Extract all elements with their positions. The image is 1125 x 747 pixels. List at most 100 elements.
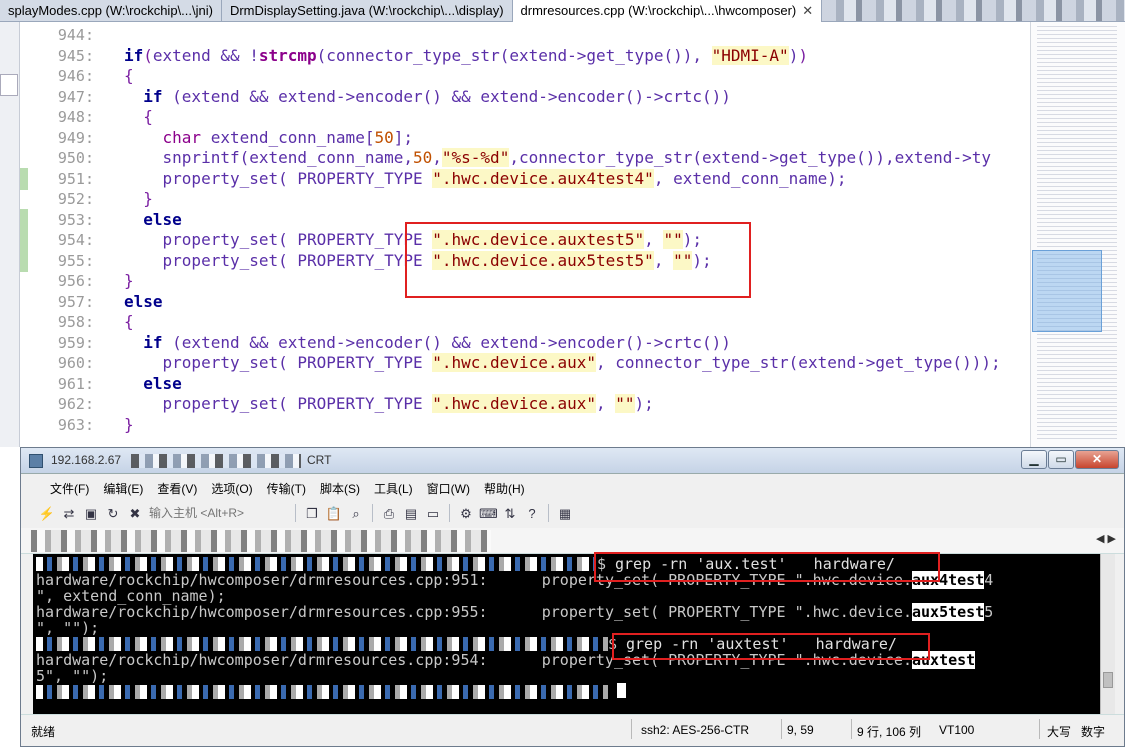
window-title-redacted	[131, 454, 301, 468]
code-text: if (extend && extend->encoder() && exten…	[143, 86, 731, 106]
sftp-icon[interactable]: ⇅	[500, 503, 520, 523]
tab-scroll-arrows[interactable]: ◀ ▶	[1096, 532, 1116, 545]
terminal-line: ", extend_conn_name);	[36, 588, 226, 604]
status-term-type: VT100	[939, 723, 975, 737]
redacted-prompt	[36, 685, 608, 699]
quick-connect-icon[interactable]: ⇄	[59, 503, 79, 523]
code-text: property_set( PROPERTY_TYPE ".hwc.device…	[124, 394, 654, 413]
code-minimap[interactable]	[1030, 22, 1125, 447]
editor-tab[interactable]: DrmDisplaySetting.java (W:\rockchip\...\…	[222, 0, 513, 22]
print-setup-icon[interactable]: ▤	[401, 503, 421, 523]
line-number: 953:	[57, 210, 94, 229]
menu-item[interactable]: 帮助(H)	[477, 476, 532, 498]
settings-icon[interactable]: ⚙	[456, 503, 476, 523]
status-separator	[851, 719, 852, 739]
line-number: 952:	[57, 190, 94, 208]
terminal-screen[interactable]: $ grep -rn 'aux.test' hardware/hardware/…	[33, 554, 1115, 714]
line-number: 957:	[57, 292, 94, 311]
menu-item[interactable]: 选项(O)	[204, 476, 259, 498]
session-tabs: ◀ ▶	[21, 528, 1124, 554]
line-number: 945:	[57, 46, 94, 65]
terminal-line: hardware/rockchip/hwcomposer/drmresource…	[36, 603, 993, 621]
menu-item[interactable]: 查看(V)	[150, 476, 204, 498]
editor-tab[interactable]: splayModes.cpp (W:\rockchip\...\jni)	[0, 0, 222, 22]
line-number: 947:	[57, 87, 94, 106]
highlight-box-code	[405, 222, 751, 298]
session-icon[interactable]: ▣	[81, 503, 101, 523]
code-line: 952: }	[20, 188, 1030, 210]
status-ready: 就绪	[31, 725, 56, 739]
toolbar-separator	[372, 504, 373, 522]
terminal-line: 5", "");	[36, 668, 108, 684]
toolbar-separator	[295, 504, 296, 522]
menu-item[interactable]: 窗口(W)	[420, 476, 477, 498]
menu-item[interactable]: 工具(L)	[367, 476, 420, 498]
code-line: 962: property_set( PROPERTY_TYPE ".hwc.d…	[20, 393, 1030, 415]
line-number: 954:	[57, 231, 94, 249]
editor-tab-label: drmresources.cpp (W:\rockchip\...\hwcomp…	[520, 3, 797, 18]
code-line: 958: {	[20, 311, 1030, 333]
terminal-output: ", "");	[36, 619, 100, 637]
line-number: 944:	[57, 26, 94, 44]
window-title-prefix: 192.168.2.67	[51, 453, 122, 467]
code-text: else	[143, 209, 182, 229]
line-number: 961:	[57, 374, 94, 393]
line-number: 963:	[57, 415, 94, 434]
code-line: 948: {	[20, 106, 1030, 128]
find-icon[interactable]: ⌕	[346, 503, 366, 523]
line-number: 955:	[57, 251, 94, 270]
left-panel-box[interactable]	[0, 74, 18, 96]
line-number: 959:	[57, 333, 94, 352]
printer-icon[interactable]: ▭	[423, 503, 443, 523]
line-number: 958:	[57, 313, 94, 331]
code-text: }	[124, 414, 134, 434]
code-text: {	[143, 107, 153, 126]
reconnect-icon[interactable]: ↻	[103, 503, 123, 523]
terminal-cursor	[617, 683, 626, 698]
terminal-scrollbar[interactable]	[1100, 554, 1115, 714]
window-title-suffix: CRT	[307, 453, 332, 467]
host-input[interactable]	[147, 503, 289, 523]
terminal-output: 5", "");	[36, 667, 109, 685]
screen-icon[interactable]: ▦	[555, 503, 575, 523]
menu-item[interactable]: 文件(F)	[43, 476, 96, 498]
connect-icon[interactable]: ⚡	[37, 503, 57, 523]
code-line: 951: property_set( PROPERTY_TYPE ".hwc.d…	[20, 167, 1030, 190]
maximize-button[interactable]: ▭	[1048, 450, 1074, 469]
minimap-viewport[interactable]	[1032, 250, 1102, 332]
status-rows-cols: 9 行, 106 列	[857, 725, 922, 739]
keymap-icon[interactable]: ⌨	[478, 503, 498, 523]
line-number: 960:	[57, 354, 94, 372]
code-line: 960: property_set( PROPERTY_TYPE ".hwc.d…	[20, 352, 1030, 374]
print-icon[interactable]: ⎙	[379, 503, 399, 523]
copy-icon[interactable]: ❐	[302, 503, 322, 523]
code-line: 963:}	[20, 414, 1030, 436]
paste-icon[interactable]: 📋	[324, 503, 344, 523]
code-text: property_set( PROPERTY_TYPE ".hwc.device…	[124, 353, 1001, 372]
match-highlight: aux5test	[911, 603, 985, 621]
code-line: 944:	[20, 24, 1030, 46]
terminal-titlebar[interactable]: 192.168.2.67 CRT ▁ ▭ ✕	[21, 448, 1124, 474]
editor-tabs-redacted	[822, 0, 1125, 21]
help-icon[interactable]: ?	[522, 503, 542, 523]
editor-tab[interactable]: drmresources.cpp (W:\rockchip\...\hwcomp…	[512, 0, 823, 22]
line-number: 950:	[57, 149, 94, 167]
code-line: 946: {	[20, 65, 1030, 87]
app-icon	[29, 454, 43, 468]
redacted-prompt	[36, 637, 608, 651]
tab-close-icon[interactable]: ✕	[802, 3, 813, 18]
close-button[interactable]: ✕	[1075, 450, 1119, 469]
securecrt-window: 192.168.2.67 CRT ▁ ▭ ✕ 文件(F) 编辑(E) 查看(V) 选项…	[20, 447, 1125, 747]
menu-item[interactable]: 编辑(E)	[96, 476, 150, 498]
disconnect-icon[interactable]: ✖	[125, 503, 145, 523]
code-text: }	[124, 271, 134, 290]
code-line: 949: char extend_conn_name[50];	[20, 127, 1030, 149]
scrollbar-thumb[interactable]	[1103, 672, 1113, 688]
redacted-prompt	[36, 557, 596, 571]
code-text: property_set( PROPERTY_TYPE ".hwc.device…	[124, 168, 847, 188]
minimize-button[interactable]: ▁	[1021, 450, 1047, 469]
menu-item[interactable]: 传输(T)	[260, 476, 313, 498]
menu-item[interactable]: 脚本(S)	[313, 476, 367, 498]
code-text: {	[124, 66, 134, 85]
session-tab[interactable]	[31, 530, 491, 552]
